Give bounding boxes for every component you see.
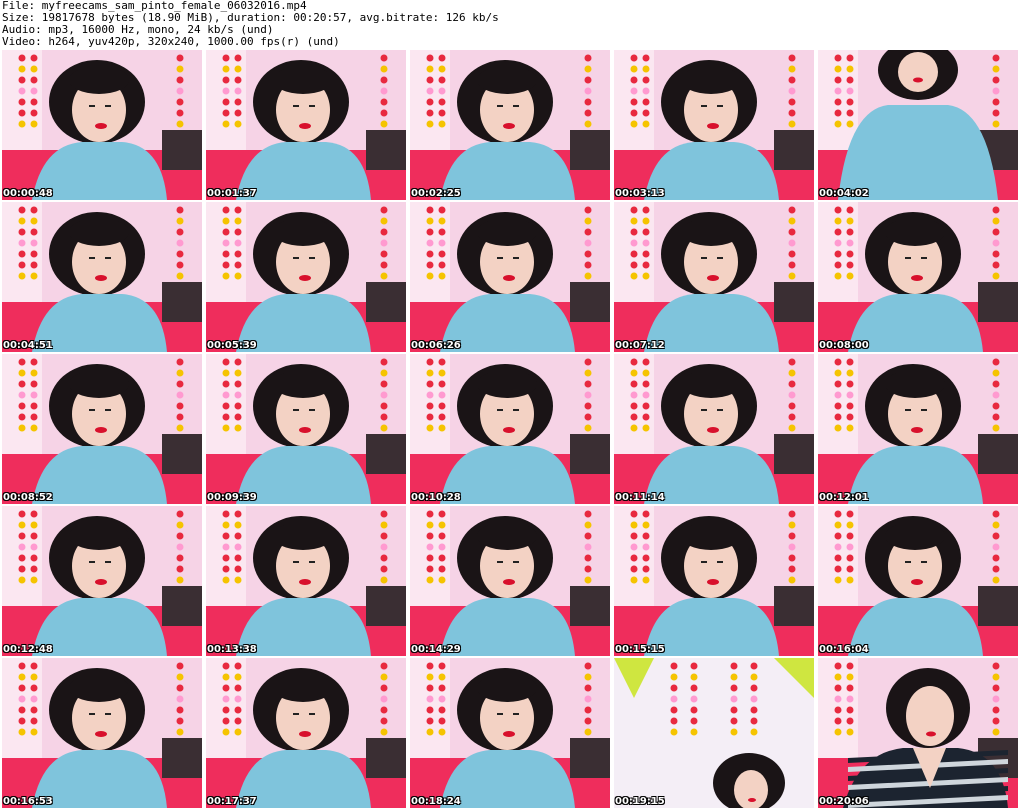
thumbnail-timestamp: 00:08:00 [819,340,869,351]
video-thumbnail: 00:09:39 [206,354,406,504]
thumbnail-frame-image [410,658,610,808]
video-thumbnail: 00:12:01 [818,354,1018,504]
thumbnail-timestamp: 00:06:26 [411,340,461,351]
video-thumbnail: 00:06:26 [410,202,610,352]
thumbnail-timestamp: 00:04:51 [3,340,53,351]
video-thumbnail: 00:10:28 [410,354,610,504]
file-info-header: File: myfreecams_sam_pinto_female_060320… [2,0,499,48]
video-thumbnail: 00:01:37 [206,50,406,200]
thumbnail-frame-image [206,202,406,352]
video-thumbnail: 00:02:25 [410,50,610,200]
thumbnail-frame-image [410,354,610,504]
video-thumbnail: 00:19:15 [614,658,814,808]
thumbnail-frame-image [206,506,406,656]
thumbnail-frame-image [2,354,202,504]
video-thumbnail: 00:07:12 [614,202,814,352]
video-thumbnail: 00:17:37 [206,658,406,808]
thumbnail-frame-image [818,202,1018,352]
video-thumbnail: 00:04:02 [818,50,1018,200]
thumbnail-timestamp: 00:03:13 [615,188,665,199]
thumbnail-timestamp: 00:09:39 [207,492,257,503]
thumbnail-frame-image [818,658,1018,808]
video-thumbnail: 00:05:39 [206,202,406,352]
video-thumbnail: 00:15:15 [614,506,814,656]
video-thumbnail: 00:18:24 [410,658,610,808]
video-thumbnail: 00:12:48 [2,506,202,656]
video-thumbnail: 00:04:51 [2,202,202,352]
thumbnail-frame-image [2,50,202,200]
thumbnail-timestamp: 00:14:29 [411,644,461,655]
thumbnail-frame-image [410,50,610,200]
video-thumbnail: 00:08:52 [2,354,202,504]
video-thumbnail: 00:11:14 [614,354,814,504]
thumbnail-frame-image [206,658,406,808]
thumbnail-timestamp: 00:10:28 [411,492,461,503]
thumbnail-timestamp: 00:07:12 [615,340,665,351]
thumbnail-frame-image [2,658,202,808]
thumbnail-frame-image [206,50,406,200]
thumbnail-frame-image [2,506,202,656]
thumbnail-timestamp: 00:04:02 [819,188,869,199]
video-thumbnail: 00:13:38 [206,506,406,656]
thumbnail-timestamp: 00:12:01 [819,492,869,503]
thumbnail-frame-image [2,202,202,352]
thumbnail-frame-image [614,354,814,504]
thumbnail-frame-image [614,50,814,200]
video-thumbnail: 00:16:53 [2,658,202,808]
thumbnail-timestamp: 00:16:04 [819,644,869,655]
thumbnail-timestamp: 00:02:25 [411,188,461,199]
thumbnail-timestamp: 00:13:38 [207,644,257,655]
thumbnail-timestamp: 00:01:37 [207,188,257,199]
thumbnail-timestamp: 00:12:48 [3,644,53,655]
thumbnail-timestamp: 00:11:14 [615,492,665,503]
thumbnail-frame-image [614,506,814,656]
thumbnail-frame-image [614,658,814,808]
video-thumbnail: 00:08:00 [818,202,1018,352]
thumbnail-timestamp: 00:18:24 [411,796,461,807]
thumbnail-timestamp: 00:05:39 [207,340,257,351]
thumbnail-timestamp: 00:17:37 [207,796,257,807]
thumbnail-frame-image [410,506,610,656]
thumbnail-frame-image [410,202,610,352]
thumbnail-timestamp: 00:16:53 [3,796,53,807]
video-info-line: Video: h264, yuv420p, 320x240, 1000.00 f… [2,35,340,48]
thumbnail-frame-image [818,506,1018,656]
thumbnail-grid: 00:00:48 00:01:37 00:02:25 00:03:13 00:04:02… [2,50,1022,810]
video-thumbnail: 00:14:29 [410,506,610,656]
thumbnail-frame-image [818,50,1018,200]
thumbnail-timestamp: 00:20:06 [819,796,869,807]
thumbnail-timestamp: 00:19:15 [615,796,665,807]
video-thumbnail: 00:00:48 [2,50,202,200]
thumbnail-timestamp: 00:08:52 [3,492,53,503]
thumbnail-timestamp: 00:15:15 [615,644,665,655]
thumbnail-timestamp: 00:00:48 [3,188,53,199]
thumbnail-frame-image [614,202,814,352]
thumbnail-frame-image [206,354,406,504]
video-thumbnail: 00:20:06 [818,658,1018,808]
thumbnail-frame-image [818,354,1018,504]
video-thumbnail: 00:16:04 [818,506,1018,656]
video-thumbnail: 00:03:13 [614,50,814,200]
